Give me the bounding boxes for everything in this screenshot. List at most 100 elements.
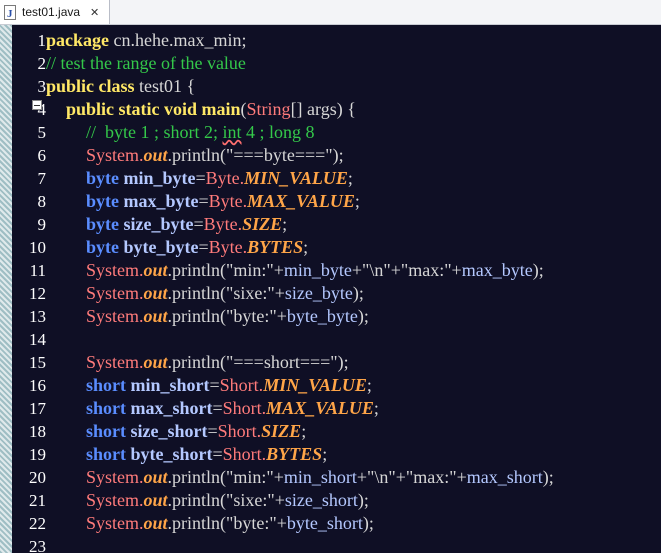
code-token: = xyxy=(198,237,209,257)
variable: byte_short xyxy=(130,444,213,464)
line-number: 3 xyxy=(37,77,47,96)
java-file-icon: J xyxy=(4,4,17,20)
static-field: out xyxy=(143,260,168,280)
line-number: 11 xyxy=(29,261,46,280)
code-token: ; xyxy=(373,398,379,418)
static-field: out xyxy=(143,283,168,303)
code-token: +"\n"+"max:"+ xyxy=(356,467,467,487)
code-token: ; xyxy=(303,237,309,257)
line-number: 15 xyxy=(29,353,46,372)
variable: max_short xyxy=(466,467,543,487)
comment: // test the range of the value xyxy=(46,53,246,73)
code-token: .println("min:"+ xyxy=(167,467,284,487)
code-token: = xyxy=(209,375,220,395)
code-line: System.out.println("min:"+min_short+"\n"… xyxy=(86,466,554,489)
line-number: 9 xyxy=(37,215,47,234)
class-ref: System. xyxy=(86,145,144,165)
code-token: = xyxy=(212,444,223,464)
static-field: out xyxy=(143,352,168,372)
code-text-area[interactable]: package cn.hehe.max_min; // test the ran… xyxy=(46,25,661,553)
line-number: 6 xyxy=(37,146,47,165)
keyword: short xyxy=(86,421,126,441)
class-ref: Short. xyxy=(217,421,262,441)
code-token: +"\n"+"max:"+ xyxy=(351,260,462,280)
keyword: void xyxy=(164,99,198,119)
variable: size_short xyxy=(284,490,358,510)
code-token: ); xyxy=(357,306,369,326)
variable: max_short xyxy=(130,398,213,418)
code-token: ); xyxy=(357,490,369,510)
class-ref: System. xyxy=(86,490,144,510)
keyword: public xyxy=(46,76,95,96)
code-line: System.out.println("min:"+min_byte+"\n"+… xyxy=(86,259,544,282)
code-token: .println("===short==="); xyxy=(167,352,349,372)
variable: byte_short xyxy=(286,513,363,533)
class-ref: Byte. xyxy=(208,237,248,257)
code-line: byte min_byte=Byte.MIN_VALUE; xyxy=(86,167,353,190)
code-token: ; xyxy=(347,168,353,188)
line-number: 5 xyxy=(37,123,47,142)
variable: min_byte xyxy=(283,260,352,280)
code-token: ; xyxy=(354,191,360,211)
static-field: SIZE xyxy=(261,421,302,441)
class-ref: Byte. xyxy=(203,214,243,234)
keyword: public xyxy=(66,99,115,119)
code-line: short max_short=Short.MAX_VALUE; xyxy=(86,397,379,420)
code-line: public class test01 { xyxy=(46,75,195,98)
static-field: out xyxy=(143,490,168,510)
code-line: // test the range of the value xyxy=(46,52,246,75)
code-editor[interactable]: 1 2 3 4 5 6 7 8 9 10 11 12 13 14 15 16 1… xyxy=(0,25,661,553)
class-ref: System. xyxy=(86,283,144,303)
static-field: out xyxy=(143,467,168,487)
line-number: 13 xyxy=(29,307,46,326)
code-token: ; xyxy=(322,444,328,464)
static-field: MIN_VALUE xyxy=(263,375,367,395)
keyword: byte xyxy=(86,168,119,188)
code-token: ; xyxy=(366,375,372,395)
code-line: System.out.println("byte:"+byte_short); xyxy=(86,512,374,535)
close-icon[interactable]: ✕ xyxy=(90,6,99,19)
static-field: SIZE xyxy=(242,214,283,234)
class-ref: String xyxy=(246,99,291,119)
line-number: 20 xyxy=(29,468,46,487)
code-line: public static void main(String[] args) { xyxy=(66,98,356,121)
line-number: 21 xyxy=(29,491,46,510)
code-token: .println("sixe:"+ xyxy=(167,490,285,510)
tab-test01-java[interactable]: J test01.java ✕ xyxy=(0,0,110,24)
code-token: ); xyxy=(532,260,544,280)
keyword: byte xyxy=(86,237,119,257)
line-number: 16 xyxy=(29,376,46,395)
code-token: ; xyxy=(301,421,307,441)
static-field: MAX_VALUE xyxy=(266,398,374,418)
variable: min_short xyxy=(283,467,357,487)
code-token: = xyxy=(193,214,204,234)
keyword: static xyxy=(118,99,160,119)
code-line: System.out.println("===byte==="); xyxy=(86,144,344,167)
code-token: ; xyxy=(282,214,288,234)
variable: max_byte xyxy=(123,191,199,211)
variable: size_short xyxy=(130,421,208,441)
code-line: byte max_byte=Byte.MAX_VALUE; xyxy=(86,190,360,213)
static-field: out xyxy=(143,306,168,326)
code-token: = xyxy=(198,191,209,211)
class-ref: Byte. xyxy=(205,168,245,188)
line-number: 23 xyxy=(29,537,46,553)
comment: // byte 1 ; short 2; xyxy=(86,122,223,142)
code-token: cn.hehe.max_min; xyxy=(109,30,247,50)
keyword: package xyxy=(46,30,109,50)
variable: byte_byte xyxy=(286,306,358,326)
static-field: out xyxy=(143,513,168,533)
keyword: class xyxy=(98,76,135,96)
comment: 4 ; long 8 xyxy=(241,122,315,142)
keyword: byte xyxy=(86,214,119,234)
code-line: package cn.hehe.max_min; xyxy=(46,29,246,52)
code-token: .println("min:"+ xyxy=(167,260,284,280)
code-token: .println("===byte==="); xyxy=(167,145,344,165)
code-line: short byte_short=Short.BYTES; xyxy=(86,443,327,466)
class-ref: Short. xyxy=(219,375,264,395)
class-ref: System. xyxy=(86,467,144,487)
class-ref: System. xyxy=(86,260,144,280)
fold-collapse-icon[interactable] xyxy=(32,100,42,110)
variable: byte_byte xyxy=(123,237,199,257)
static-field: MAX_VALUE xyxy=(247,191,355,211)
